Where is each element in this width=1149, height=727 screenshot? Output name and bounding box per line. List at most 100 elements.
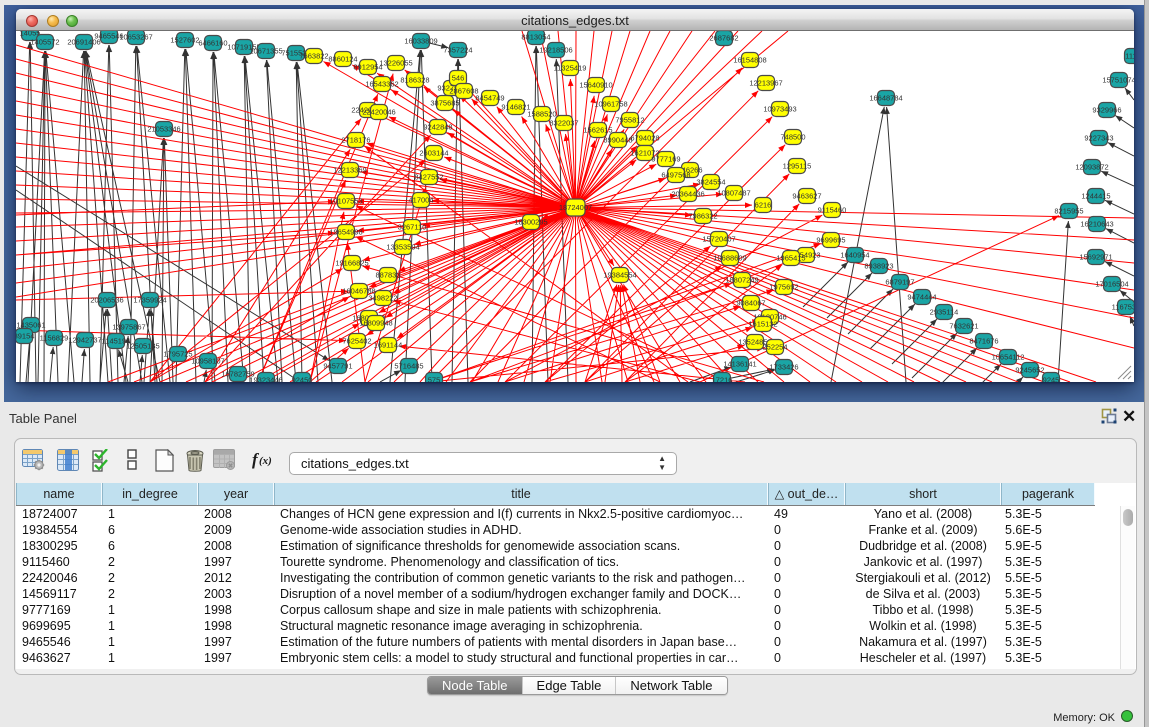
svg-text:748500: 748500 [780,133,805,142]
svg-text:3267110: 3267110 [398,223,427,232]
svg-text:8215955: 8215955 [1054,207,1083,216]
svg-text:10973493: 10973493 [763,105,796,114]
svg-text:17016504: 17016504 [1095,280,1128,289]
svg-text:6216: 6216 [755,201,772,210]
svg-text:2603144: 2603144 [419,149,448,158]
svg-text:17359924: 17359924 [133,296,166,305]
svg-text:3498222: 3498222 [368,294,397,303]
svg-text:39154: 39154 [16,332,34,341]
svg-text:6497568: 6497568 [661,171,690,180]
svg-text:7632621: 7632621 [949,322,978,331]
svg-text:19323446: 19323446 [249,376,282,383]
svg-text:2718176: 2718176 [341,136,370,145]
svg-text:1244415: 1244415 [1081,192,1110,201]
svg-text:15640910: 15640910 [579,81,612,90]
svg-text:18724007: 18724007 [559,203,592,212]
svg-text:10688609: 10688609 [713,254,746,263]
svg-text:1733426: 1733426 [769,363,798,372]
svg-text:10958107: 10958107 [191,357,224,366]
svg-text:92450: 92450 [292,376,313,383]
svg-text:18807249: 18807249 [725,276,758,285]
svg-text:8938923: 8938923 [864,262,893,271]
svg-text:1562615: 1562615 [583,126,612,135]
svg-text:1795725: 1795725 [163,350,192,359]
svg-text:1167533: 1167533 [1112,303,1134,312]
svg-text:8454749: 8454749 [475,94,504,103]
svg-text:10961758: 10961758 [594,100,627,109]
svg-text:252254: 252254 [762,343,787,352]
svg-text:13975867: 13975867 [112,323,145,332]
svg-text:10107553: 10107553 [329,197,362,206]
svg-text:15751074: 15751074 [1102,76,1134,85]
svg-text:16809948: 16809948 [359,319,392,328]
svg-text:20206536: 20206536 [90,296,123,305]
svg-text:13353594: 13353594 [386,243,419,252]
svg-text:2867608: 2867608 [449,87,478,96]
svg-text:1295115: 1295115 [783,162,812,171]
svg-text:17216: 17216 [712,376,733,383]
svg-text:9146821: 9146821 [501,103,530,112]
svg-text:7625402: 7625402 [342,337,371,346]
svg-text:19218506: 19218506 [539,46,572,55]
svg-text:16210643: 16210643 [1080,220,1113,229]
svg-text:1615132: 1615132 [748,320,777,329]
svg-text:21053346: 21053346 [147,125,180,134]
svg-text:6879197: 6879197 [885,278,914,287]
svg-text:12505135: 12505135 [126,342,159,351]
svg-text:417004: 417004 [408,196,433,205]
svg-text:1975692: 1975692 [769,283,798,292]
svg-text:1588520: 1588520 [527,110,556,119]
svg-text:3824554: 3824554 [696,178,725,187]
svg-text:11325419: 11325419 [554,64,587,73]
svg-text:8813054: 8813054 [521,33,550,42]
svg-text:15692971: 15692971 [1079,253,1112,262]
svg-text:575: 575 [428,376,441,383]
svg-text:1156829: 1156829 [40,334,69,343]
svg-text:7986322: 7986322 [688,212,717,221]
svg-text:9457791: 9457791 [323,362,352,371]
svg-text:13226055: 13226055 [379,59,412,68]
svg-text:3875685: 3875685 [430,99,459,108]
svg-text:9474444: 9474444 [907,293,936,302]
svg-text:9084067: 9084067 [736,299,765,308]
svg-text:7663822: 7663822 [299,52,328,61]
svg-text:1640954: 1640954 [840,251,869,260]
svg-text:19654998: 19654998 [329,228,362,237]
svg-text:8471676: 8471676 [969,337,998,346]
svg-text:2935114: 2935114 [930,308,959,317]
svg-text:6466160: 6466160 [198,39,227,48]
svg-text:9242848: 9242848 [423,123,452,132]
svg-text:19166825: 19166825 [335,259,368,268]
svg-text:1405572: 1405572 [30,38,59,47]
svg-text:10653267: 10653267 [119,33,152,42]
svg-text:12093872: 12093872 [1075,163,1108,172]
svg-text:10671355: 10671355 [249,47,282,56]
svg-text:9115460: 9115460 [818,206,847,215]
svg-text:19384554: 19384554 [603,271,636,280]
svg-text:20364436: 20364436 [671,190,704,199]
svg-text:2687682: 2687682 [709,34,738,43]
svg-text:12942737: 12942737 [68,336,101,345]
svg-text:546: 546 [452,74,465,83]
svg-text:12213967: 12213967 [749,79,782,88]
svg-text:8860124: 8860124 [328,55,357,64]
svg-text:(x): (x) [259,455,272,467]
svg-text:8322037: 8322037 [549,119,578,128]
svg-text:9463627: 9463627 [792,192,821,201]
svg-text:9245: 9245 [1043,376,1060,383]
svg-text:16154808: 16154808 [733,56,766,65]
svg-text:9329966: 9329966 [1092,106,1121,115]
svg-text:8427552: 8427552 [414,173,443,182]
svg-text:12213369: 12213369 [333,166,366,175]
svg-text:22420046: 22420046 [362,108,395,117]
svg-text:8912954: 8912954 [353,63,382,72]
svg-text:9699695: 9699695 [816,236,845,245]
svg-text:16543362: 16543362 [365,80,398,89]
svg-text:18300295: 18300295 [514,218,547,227]
svg-text:5716485: 5716485 [394,362,423,371]
svg-text:16033809: 16033809 [404,37,437,46]
svg-text:7357224: 7357224 [443,46,472,55]
svg-text:8990448: 8990448 [603,136,632,145]
svg-text:16648784: 16648784 [869,94,902,103]
svg-text:1527602: 1527602 [170,36,199,45]
